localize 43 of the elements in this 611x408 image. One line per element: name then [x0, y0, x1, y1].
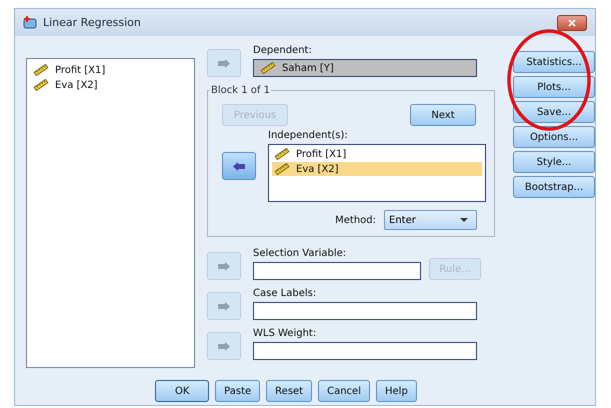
variable-item[interactable]: Eva [X2] — [272, 162, 482, 176]
field-label: Method: — [335, 214, 376, 226]
dependent-field[interactable]: Saham [Y] — [253, 59, 477, 77]
ruler-icon — [33, 64, 49, 76]
right-arrow-icon — [217, 342, 231, 350]
ruler-icon — [33, 79, 49, 91]
field-label: Case Labels: — [253, 288, 318, 299]
field-label: Selection Variable: — [253, 248, 348, 259]
dialog-button[interactable]: OK — [155, 380, 210, 402]
field-label: Dependent: — [253, 45, 313, 56]
dialog-button[interactable]: Help — [376, 380, 417, 402]
variable-item[interactable]: Eva [X2] — [31, 78, 190, 92]
ruler-icon — [260, 62, 276, 74]
dialog-button[interactable]: Style... — [513, 151, 595, 173]
selection-field[interactable] — [253, 262, 421, 280]
dialog-button[interactable]: Statistics... — [513, 51, 595, 73]
dropdown-caret-icon — [460, 218, 468, 222]
move-arrow-button[interactable] — [222, 152, 256, 180]
dialog-button[interactable]: Paste — [215, 380, 260, 402]
right-arrow-icon — [217, 302, 231, 310]
dialog-button[interactable]: Reset — [266, 380, 312, 402]
case-labels-field[interactable] — [253, 302, 477, 320]
variable-item[interactable]: Profit [X1] — [31, 63, 190, 77]
close-icon — [568, 18, 576, 26]
dialog-button[interactable]: Options... — [513, 126, 595, 148]
dialog-button[interactable]: Bootstrap... — [513, 176, 595, 198]
group-legend: Block 1 of 1 — [210, 85, 271, 96]
app-icon — [23, 16, 37, 29]
window-title: Linear Regression — [43, 16, 142, 29]
field-label: Independent(s): — [268, 130, 349, 141]
variable-item[interactable]: Profit [X1] — [272, 147, 482, 161]
close-button[interactable] — [557, 14, 587, 30]
next-button[interactable]: Next — [410, 104, 476, 126]
right-arrow-icon — [217, 58, 231, 68]
ruler-icon — [274, 148, 290, 160]
left-arrow-icon — [232, 162, 246, 170]
dialog-button[interactable]: Cancel — [318, 380, 370, 402]
field-label: WLS Weight: — [253, 328, 318, 339]
wls-weight-field[interactable] — [253, 342, 477, 360]
ruler-icon — [274, 163, 290, 175]
method-dropdown[interactable]: Enter — [384, 210, 477, 230]
right-arrow-icon — [217, 262, 231, 270]
dialog-button[interactable]: Plots... — [513, 76, 595, 98]
